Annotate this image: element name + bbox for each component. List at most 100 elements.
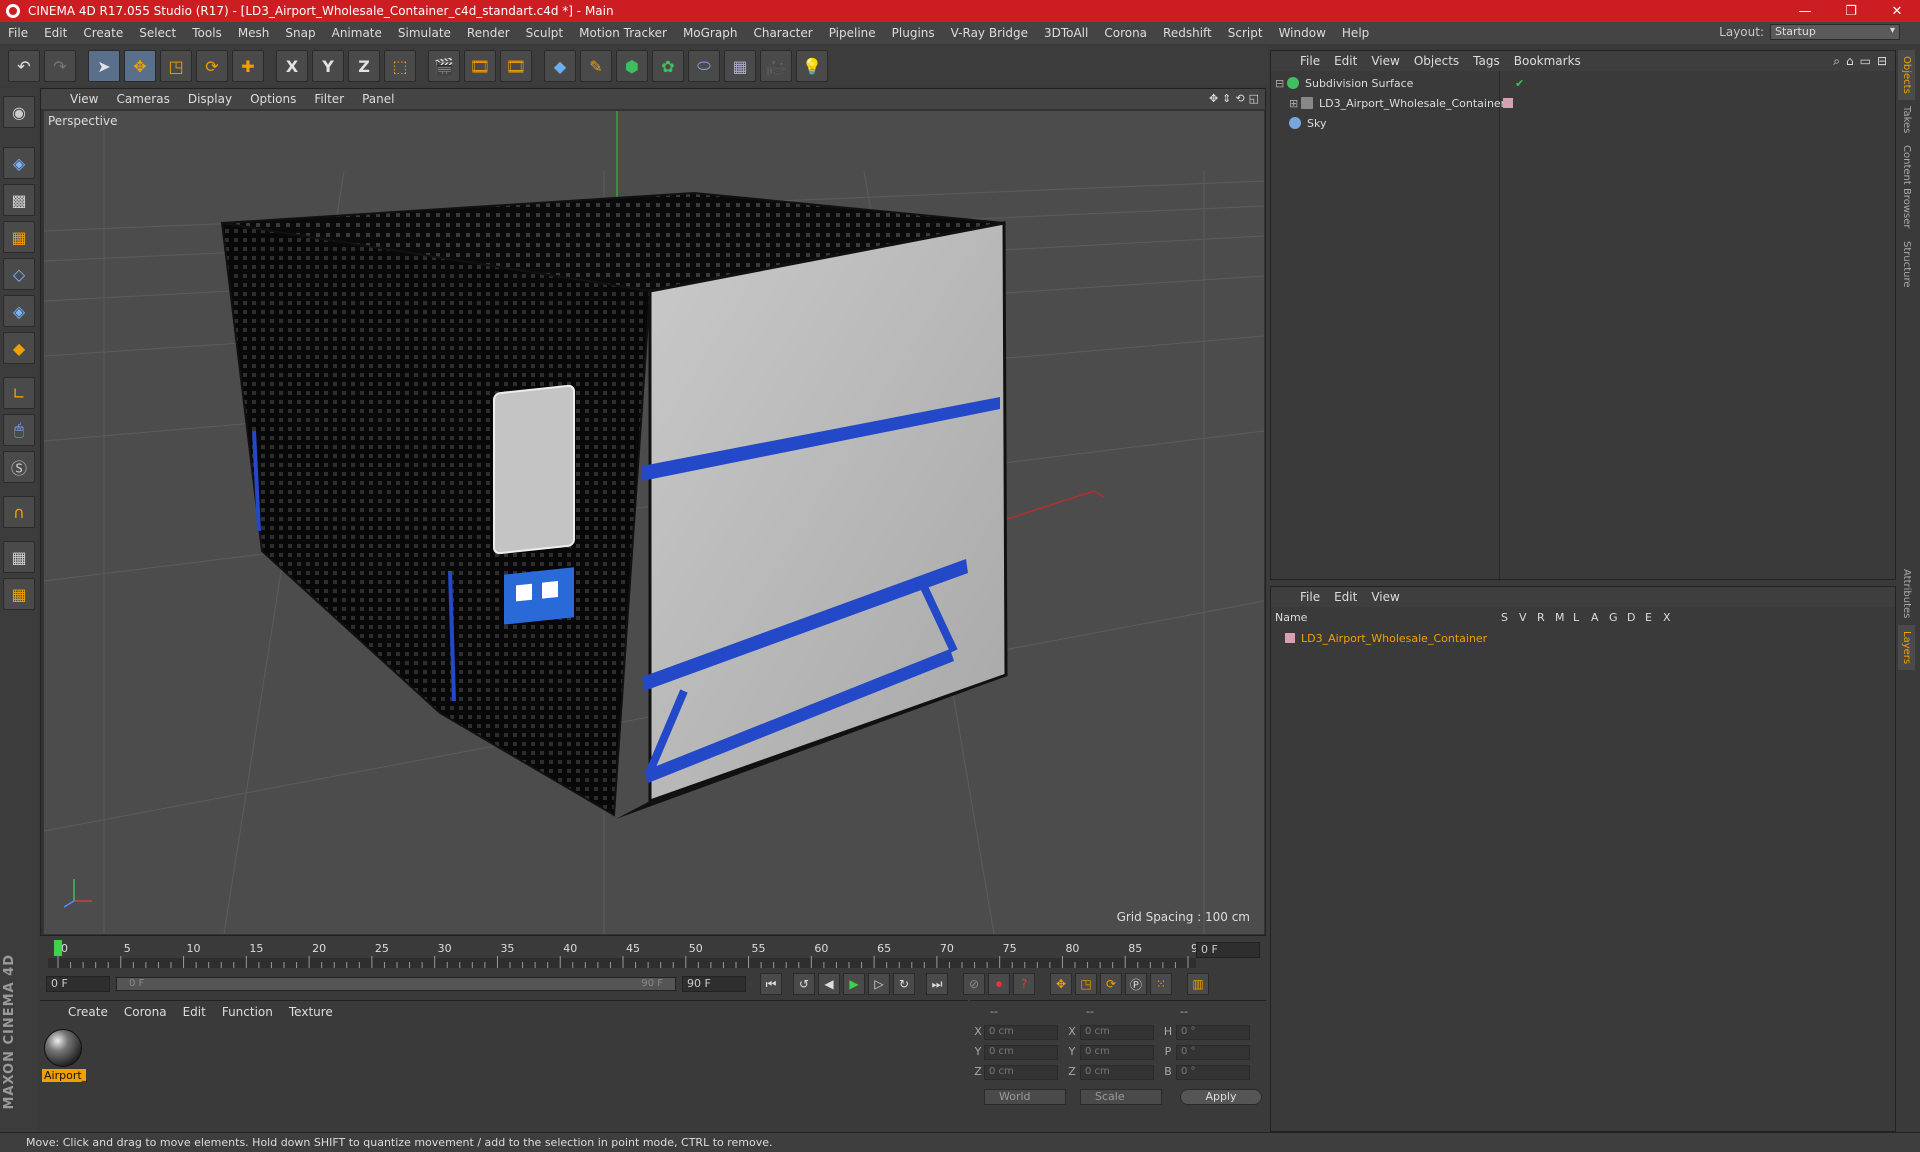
tree-collapse-icon[interactable]: ⊟	[1275, 77, 1287, 90]
menu-mesh[interactable]: Mesh	[230, 26, 278, 40]
size-mode-select[interactable]: Scale	[1080, 1089, 1162, 1105]
menu-render[interactable]: Render	[459, 26, 518, 40]
preview-range-slider[interactable]: 0 F 90 F	[116, 977, 676, 991]
solo-icon[interactable]: 🖱	[3, 414, 35, 446]
new-view-icon[interactable]: ▭	[1860, 54, 1871, 69]
menu-script[interactable]: Script	[1220, 26, 1271, 40]
minimize-button[interactable]: —	[1782, 0, 1828, 22]
position-x-field[interactable]: 0 cm	[984, 1025, 1058, 1040]
key-parameter-icon[interactable]: Ⓟ	[1125, 973, 1147, 995]
pan-icon[interactable]: ✥	[1209, 92, 1218, 105]
key-position-icon[interactable]: ✥	[1050, 973, 1072, 995]
tweak-mode-icon[interactable]: ∟	[3, 377, 35, 409]
menu-select[interactable]: Select	[131, 26, 184, 40]
goto-end-icon[interactable]: ⏭	[926, 973, 948, 995]
menu-create[interactable]: Create	[75, 26, 131, 40]
menu-edit[interactable]: Edit	[36, 26, 75, 40]
menu-animate[interactable]: Animate	[324, 26, 390, 40]
key-selection-icon[interactable]: ?	[1013, 973, 1035, 995]
home-icon[interactable]: ⌂	[1846, 54, 1854, 69]
menu-corona[interactable]: Corona	[1096, 26, 1155, 40]
menu-motion-tracker[interactable]: Motion Tracker	[571, 26, 675, 40]
points-mode-icon[interactable]: ▦	[3, 221, 35, 253]
coordinate-system-select[interactable]: World	[984, 1089, 1066, 1105]
menu-3dtoall[interactable]: 3DToAll	[1036, 26, 1096, 40]
material-menu-create[interactable]: Create	[60, 1005, 116, 1019]
move-alt-icon[interactable]: ✚	[232, 50, 264, 82]
object-menu-tags[interactable]: Tags	[1466, 54, 1507, 68]
floor-icon[interactable]: ▦	[724, 50, 756, 82]
axis-mode-icon[interactable]: ◆	[3, 332, 35, 364]
material-name-label[interactable]: Airport_	[42, 1069, 87, 1082]
prev-frame-icon[interactable]: ◀	[818, 973, 840, 995]
material-preview-ball[interactable]	[44, 1029, 82, 1067]
menu-simulate[interactable]: Simulate	[390, 26, 459, 40]
render-view-icon[interactable]: 🎬	[428, 50, 460, 82]
layer-menu-view[interactable]: View	[1364, 590, 1406, 604]
record-keyframe-icon[interactable]: ⊘	[963, 973, 985, 995]
size-z-field[interactable]: 0 cm	[1080, 1065, 1154, 1080]
deformer-icon[interactable]: ⬭	[688, 50, 720, 82]
position-y-field[interactable]: 0 cm	[984, 1045, 1058, 1060]
object-row-container[interactable]: ⊞ LD3_Airport_Wholesale_Container	[1275, 93, 1891, 113]
object-menu-file[interactable]: File	[1293, 54, 1327, 68]
timeline-ruler[interactable]: 051015202530354045505560657075808590	[48, 938, 1196, 968]
viewport-menu-options[interactable]: Options	[241, 92, 305, 106]
magnet-icon[interactable]: ∩	[3, 496, 35, 528]
key-pla-icon[interactable]: ⁙	[1150, 973, 1172, 995]
start-frame-field[interactable]: 0 F	[46, 976, 110, 992]
world-coords-icon[interactable]: ⬚	[384, 50, 416, 82]
3d-viewport[interactable]: Perspective Grid Spacing : 100 cm	[44, 111, 1264, 934]
next-key-icon[interactable]: ↻	[893, 973, 915, 995]
size-x-field[interactable]: 0 cm	[1080, 1025, 1154, 1040]
playhead[interactable]	[54, 940, 62, 956]
end-frame-field[interactable]: 90 F	[682, 976, 746, 992]
rotation-b-field[interactable]: 0 °	[1176, 1065, 1250, 1080]
dolly-icon[interactable]: ⇕	[1222, 92, 1231, 105]
current-frame-field[interactable]: 0 F	[1196, 942, 1260, 958]
tab-content-browser[interactable]: Content Browser	[1898, 139, 1915, 234]
snap-icon[interactable]: Ⓢ	[3, 451, 35, 483]
menu-sculpt[interactable]: Sculpt	[518, 26, 571, 40]
rotation-p-field[interactable]: 0 °	[1176, 1045, 1250, 1060]
object-menu-bookmarks[interactable]: Bookmarks	[1507, 54, 1588, 68]
tree-expand-icon[interactable]: ⊞	[1289, 97, 1301, 110]
goto-start-icon[interactable]: ⏮	[760, 973, 782, 995]
orbit-icon[interactable]: ⟲	[1235, 92, 1244, 105]
redo-icon[interactable]: ↷	[44, 50, 76, 82]
rotate-icon[interactable]: ⟳	[196, 50, 228, 82]
autokey-icon[interactable]: ⏺	[988, 973, 1010, 995]
restore-button[interactable]: ❐	[1828, 0, 1874, 22]
lock-icon[interactable]: ⊟	[1877, 54, 1887, 69]
move-icon[interactable]: ✥	[124, 50, 156, 82]
key-rotation-icon[interactable]: ⟳	[1100, 973, 1122, 995]
cube-icon[interactable]: ◆	[544, 50, 576, 82]
object-row-subdivision[interactable]: ⊟ Subdivision Surface ✔	[1275, 73, 1891, 93]
viewport-menu-display[interactable]: Display	[179, 92, 241, 106]
position-z-field[interactable]: 0 cm	[984, 1065, 1058, 1080]
polygons-mode-icon[interactable]: ◈	[3, 295, 35, 327]
x-axis-icon[interactable]: X	[276, 50, 308, 82]
tab-attributes[interactable]: Attributes	[1898, 563, 1915, 624]
key-scale-icon[interactable]: ◳	[1075, 973, 1097, 995]
timeline-window-icon[interactable]: ▥	[1187, 973, 1209, 995]
next-frame-icon[interactable]: ▷	[868, 973, 890, 995]
edit-render-settings-icon[interactable]: 🎞	[500, 50, 532, 82]
menu-snap[interactable]: Snap	[277, 26, 323, 40]
prev-key-icon[interactable]: ↺	[793, 973, 815, 995]
material-menu-texture[interactable]: Texture	[281, 1005, 341, 1019]
object-menu-objects[interactable]: Objects	[1407, 54, 1466, 68]
timeline-track[interactable]	[48, 958, 1196, 968]
play-icon[interactable]: ▶	[843, 973, 865, 995]
object-menu-edit[interactable]: Edit	[1327, 54, 1364, 68]
viewport-menu-filter[interactable]: Filter	[305, 92, 353, 106]
rotation-h-field[interactable]: 0 °	[1176, 1025, 1250, 1040]
object-row-sky[interactable]: Sky	[1275, 113, 1891, 133]
render-picture-viewer-icon[interactable]: 🎞	[464, 50, 496, 82]
edges-mode-icon[interactable]: ◇	[3, 258, 35, 290]
menu-tools[interactable]: Tools	[184, 26, 230, 40]
layer-name[interactable]: LD3_Airport_Wholesale_Container	[1301, 632, 1487, 645]
lock-workplane-icon[interactable]: ▦	[3, 541, 35, 573]
undo-icon[interactable]: ↶	[8, 50, 40, 82]
material-menu-corona[interactable]: Corona	[116, 1005, 175, 1019]
